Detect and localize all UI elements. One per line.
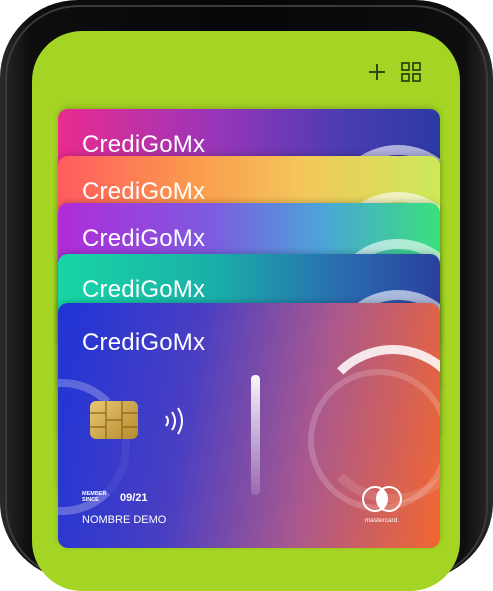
mastercard-wordmark: mastercard. <box>364 517 400 524</box>
plus-icon[interactable] <box>366 61 388 83</box>
chip-icon <box>90 401 138 439</box>
top-actions <box>366 61 422 83</box>
card-brand: CrediGoMx <box>82 276 206 303</box>
wallet-screen: CrediGoMx CrediGoMx CrediGoMx CrediGoMx … <box>32 31 460 591</box>
card-expiry: 09/21 <box>120 492 148 504</box>
mastercard-logo: mastercard. <box>354 483 410 529</box>
card-brand: CrediGoMx <box>82 329 206 356</box>
cardholder-name: NOMBRE DEMO <box>82 514 167 526</box>
phone-frame: CrediGoMx CrediGoMx CrediGoMx CrediGoMx … <box>0 0 493 591</box>
contactless-icon <box>165 407 183 435</box>
mastercard-circles-icon <box>362 486 402 512</box>
card-brand: CrediGoMx <box>82 225 206 252</box>
wallet-card-front[interactable]: CrediGoMx MEMBER SINCE 09/21 NOMBRE DEMO <box>58 303 440 548</box>
card-brand: CrediGoMx <box>82 178 206 205</box>
card-light-bar <box>251 375 260 495</box>
member-since-label: MEMBER SINCE <box>82 491 107 503</box>
card-brand: CrediGoMx <box>82 131 206 158</box>
grid-icon[interactable] <box>400 61 422 83</box>
